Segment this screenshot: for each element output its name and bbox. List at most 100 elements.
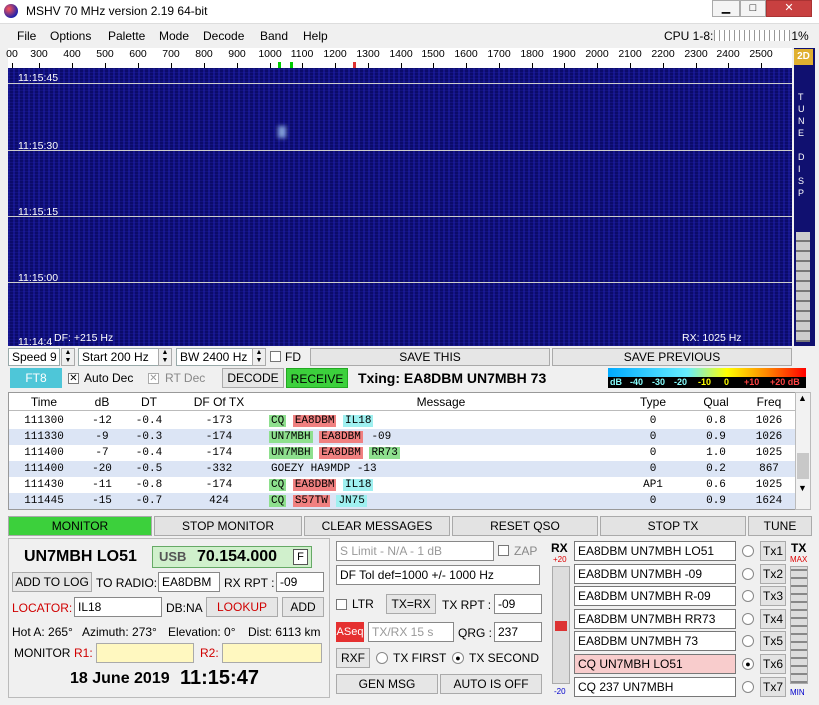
lookup-button[interactable]: LOOKUP: [206, 597, 278, 617]
zap-checkbox[interactable]: [498, 545, 509, 556]
gen-msg-button[interactable]: GEN MSG: [336, 674, 438, 694]
rxf-button[interactable]: RXF: [336, 648, 370, 668]
bw-spinner[interactable]: ▲ ▼: [252, 348, 266, 366]
2d-toggle[interactable]: 2D: [794, 49, 813, 65]
menu-palette[interactable]: Palette: [108, 29, 145, 43]
col-qual: Qual: [703, 395, 729, 409]
tx-rx-period-select[interactable]: TX/RX 15 s: [368, 622, 454, 642]
menu-mode[interactable]: Mode: [159, 29, 189, 43]
speed-field[interactable]: Speed 9: [8, 348, 60, 366]
scroll-down-icon[interactable]: ▼: [798, 483, 807, 493]
table-row[interactable]: 111430 -11 -0.8 -174 AP1 0.6 1025 CQ EA8DBM IL1…: [9, 477, 795, 493]
frequency-display[interactable]: USB 70.154.000 F: [152, 546, 312, 568]
menu-help[interactable]: Help: [303, 29, 328, 43]
add-to-log-button[interactable]: ADD TO LOG: [12, 572, 92, 592]
minimize-button[interactable]: ▁: [712, 0, 740, 17]
ltr-checkbox[interactable]: [336, 599, 347, 610]
tx-equals-rx-button[interactable]: TX=RX: [386, 594, 436, 614]
scroll-thumb[interactable]: [797, 453, 809, 479]
tx-message-field[interactable]: EA8DBM UN7MBH R-09: [574, 586, 736, 607]
tx-send-button[interactable]: Tx3: [760, 586, 786, 607]
callsign-locator: UN7MBH LO51: [24, 548, 137, 565]
tx-first-radio[interactable]: [376, 652, 388, 664]
reset-qso-button[interactable]: RESET QSO: [452, 516, 598, 536]
tx-select-radio[interactable]: [742, 567, 754, 580]
mode-ft8-badge[interactable]: FT8: [10, 368, 62, 388]
tx-message-field[interactable]: EA8DBM UN7MBH 73: [574, 631, 736, 652]
r1-field[interactable]: [96, 643, 194, 663]
tx-message-field[interactable]: EA8DBM UN7MBH LO51: [574, 541, 736, 561]
monitor-button[interactable]: MONITOR: [8, 516, 152, 536]
rt-dec-checkbox[interactable]: ✕: [148, 373, 159, 384]
locator-label: LOCATOR:: [12, 601, 73, 615]
tune-button[interactable]: TUNE: [748, 516, 812, 536]
ruler-tick: 400: [63, 48, 81, 60]
df-tol-select[interactable]: DF Tol def=1000 +/- 1000 Hz: [336, 565, 540, 585]
to-radio-field[interactable]: EA8DBM: [158, 572, 220, 592]
fd-checkbox[interactable]: [270, 351, 281, 362]
tx-second-radio[interactable]: ●: [452, 652, 464, 664]
rx-level-thumb[interactable]: [555, 621, 567, 631]
menu-decode[interactable]: Decode: [203, 29, 244, 43]
tx-message-field[interactable]: CQ UN7MBH LO51: [574, 654, 736, 674]
ruler-tick: 1200: [323, 48, 347, 60]
menu-options[interactable]: Options: [50, 29, 91, 43]
message-token: RR73: [369, 447, 400, 459]
table-row[interactable]: 111445 -15 -0.7 424 0 0.9 1624 CQ S57TW JN75: [9, 493, 795, 509]
decode-button[interactable]: DECODE: [222, 368, 284, 388]
f-button[interactable]: F: [293, 549, 308, 565]
tx-send-button[interactable]: Tx2: [760, 563, 786, 584]
frequency-ruler[interactable]: 00 300 400 500 600 700 800 900 1000 1100 1200 1300 1…: [6, 48, 792, 68]
tx-message-field[interactable]: EA8DBM UN7MBH -09: [574, 563, 736, 584]
tx-message-field[interactable]: CQ 237 UN7MBH: [574, 676, 736, 697]
save-this-button[interactable]: SAVE THIS: [310, 348, 550, 366]
cell-freq: 867: [759, 463, 779, 475]
speed-spinner[interactable]: ▲ ▼: [61, 348, 75, 366]
menu-file[interactable]: File: [17, 29, 36, 43]
tx-rpt-select[interactable]: -09: [494, 594, 542, 614]
tx-send-button[interactable]: Tx6: [760, 654, 786, 674]
cell-dt: -0.4: [135, 415, 163, 427]
stop-tx-button[interactable]: STOP TX: [600, 516, 746, 536]
tx-select-radio[interactable]: [742, 635, 754, 648]
add-button[interactable]: ADD: [282, 597, 324, 617]
tx-select-radio[interactable]: [742, 545, 754, 557]
table-row[interactable]: 111400 -7 -0.4 -174 0 1.0 1025 UN7MBH EA8DBM RR…: [9, 445, 795, 461]
tx-send-button[interactable]: Tx4: [760, 608, 786, 629]
ruler-tick: 1800: [520, 48, 544, 60]
table-scrollbar[interactable]: ▲ ▼: [795, 392, 811, 510]
rx-rpt-select[interactable]: -09: [276, 572, 324, 592]
auto-dec-checkbox[interactable]: ✕: [68, 373, 79, 384]
table-row[interactable]: 111330 -9 -0.3 -174 0 0.9 1026 UN7MBH EA8DBM -0…: [9, 429, 795, 445]
tx-send-button[interactable]: Tx5: [760, 631, 786, 652]
tx-select-radio[interactable]: [742, 590, 754, 603]
clear-messages-button[interactable]: CLEAR MESSAGES: [304, 516, 450, 536]
tx-power-slider[interactable]: [790, 566, 808, 684]
menu-band[interactable]: Band: [260, 29, 288, 43]
decode-table[interactable]: Time dB DT DF Of TX Message Type Qual Fr…: [8, 392, 796, 510]
cell-df: -332: [205, 463, 233, 475]
scroll-up-icon[interactable]: ▲: [798, 393, 807, 403]
tx-select-radio[interactable]: [742, 612, 754, 625]
gain-slider[interactable]: [796, 232, 810, 342]
tx-send-button[interactable]: Tx7: [760, 676, 786, 697]
qrg-field[interactable]: 237: [494, 622, 542, 642]
tx-select-radio[interactable]: ●: [742, 658, 754, 670]
table-row[interactable]: 111400 -20 -0.5 -332 0 0.2 867 GOEZY HA9MDP -13: [9, 461, 795, 477]
monitor-label: MONITOR: [14, 646, 71, 660]
tx-message-field[interactable]: EA8DBM UN7MBH RR73: [574, 608, 736, 629]
save-previous-button[interactable]: SAVE PREVIOUS: [552, 348, 792, 366]
start-spinner[interactable]: ▲ ▼: [158, 348, 172, 366]
tx-send-button[interactable]: Tx1: [760, 541, 786, 561]
close-button[interactable]: ✕: [766, 0, 812, 17]
waterfall-display[interactable]: 11:15:45 11:15:30 11:15:15 11:15:00 11:1…: [8, 68, 792, 346]
r2-field[interactable]: [222, 643, 322, 663]
s-limit-field[interactable]: S Limit - N/A - 1 dB: [336, 541, 494, 561]
locator-field[interactable]: IL18: [74, 597, 162, 617]
stop-monitor-button[interactable]: STOP MONITOR: [154, 516, 302, 536]
auto-off-button[interactable]: AUTO IS OFF: [440, 674, 542, 694]
tx-select-radio[interactable]: [742, 680, 754, 693]
maximize-button[interactable]: □: [740, 0, 766, 17]
table-row[interactable]: 111300 -12 -0.4 -173 0 0.8 1026 CQ EA8DBM IL18: [9, 413, 795, 429]
aseq-toggle[interactable]: ASeq: [336, 622, 364, 642]
